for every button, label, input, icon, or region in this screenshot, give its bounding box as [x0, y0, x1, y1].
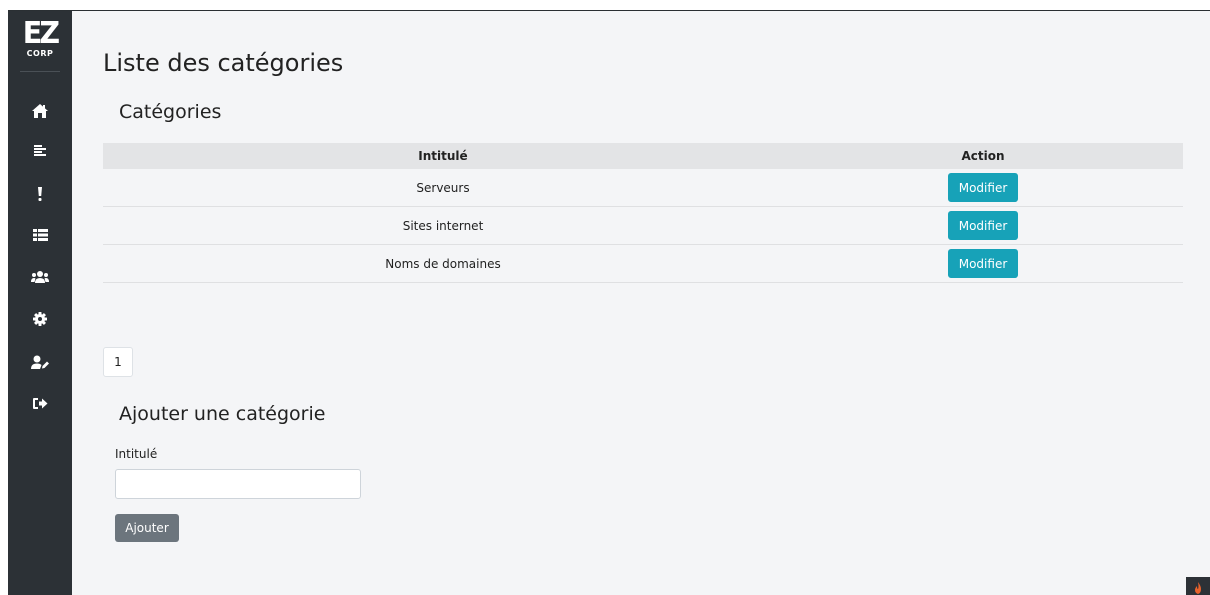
exclamation-icon: [38, 187, 42, 201]
sidebar-item-logout[interactable]: [24, 391, 56, 415]
action-cell: Modifier: [783, 244, 1183, 283]
modify-button[interactable]: Modifier: [947, 211, 1019, 240]
column-header-name: Intitulé: [103, 143, 783, 169]
home-icon: [32, 104, 48, 118]
flame-icon-glyph: [1195, 582, 1201, 594]
sidebar: EZ CORP: [8, 11, 72, 595]
table-row: Noms de domaines Modifier: [103, 244, 1183, 283]
column-header-action: Action: [783, 143, 1183, 169]
section-title: Catégories: [119, 101, 222, 123]
table-list-icon: [32, 229, 48, 241]
flame-icon[interactable]: [1186, 577, 1210, 595]
category-name: Serveurs: [103, 169, 783, 207]
sidebar-item-list[interactable]: [24, 139, 56, 163]
sidebar-item-users[interactable]: [24, 265, 56, 289]
users-icon: [31, 271, 49, 283]
sidebar-item-settings[interactable]: [24, 307, 56, 331]
table-row: Serveurs Modifier: [103, 169, 1183, 207]
action-cell: Modifier: [783, 206, 1183, 245]
sidebar-item-categories[interactable]: [24, 223, 56, 247]
category-name: Noms de domaines: [103, 244, 783, 283]
logo[interactable]: EZ CORP: [19, 19, 61, 69]
user-edit-icon: [31, 355, 49, 369]
sidebar-item-home[interactable]: [24, 99, 56, 123]
main-content: Liste des catégories Catégories Intitulé…: [72, 11, 1210, 595]
add-category-title: Ajouter une catégorie: [119, 403, 326, 425]
modify-button[interactable]: Modifier: [947, 249, 1019, 278]
action-cell: Modifier: [783, 169, 1183, 207]
sidebar-item-alerts[interactable]: [24, 182, 56, 206]
logo-text: EZ: [22, 16, 60, 51]
gear-icon: [33, 312, 47, 326]
app-frame: EZ CORP Liste des catégories Catégories …: [8, 10, 1210, 595]
list-icon: [34, 145, 46, 156]
add-button[interactable]: Ajouter: [115, 514, 179, 542]
category-name-input[interactable]: [115, 469, 361, 499]
sidebar-divider: [20, 71, 60, 72]
table-header-row: Intitulé Action: [103, 143, 1183, 169]
modify-button[interactable]: Modifier: [947, 173, 1019, 202]
category-name: Sites internet: [103, 206, 783, 245]
sidebar-item-edit-user[interactable]: [24, 350, 56, 374]
categories-table: Intitulé Action Serveurs Modifier Sites …: [103, 143, 1183, 283]
page-title: Liste des catégories: [103, 49, 344, 77]
pagination-page-1[interactable]: 1: [103, 347, 133, 377]
sign-out-icon: [32, 397, 47, 409]
table-row: Sites internet Modifier: [103, 206, 1183, 245]
name-field-label: Intitulé: [115, 447, 158, 461]
